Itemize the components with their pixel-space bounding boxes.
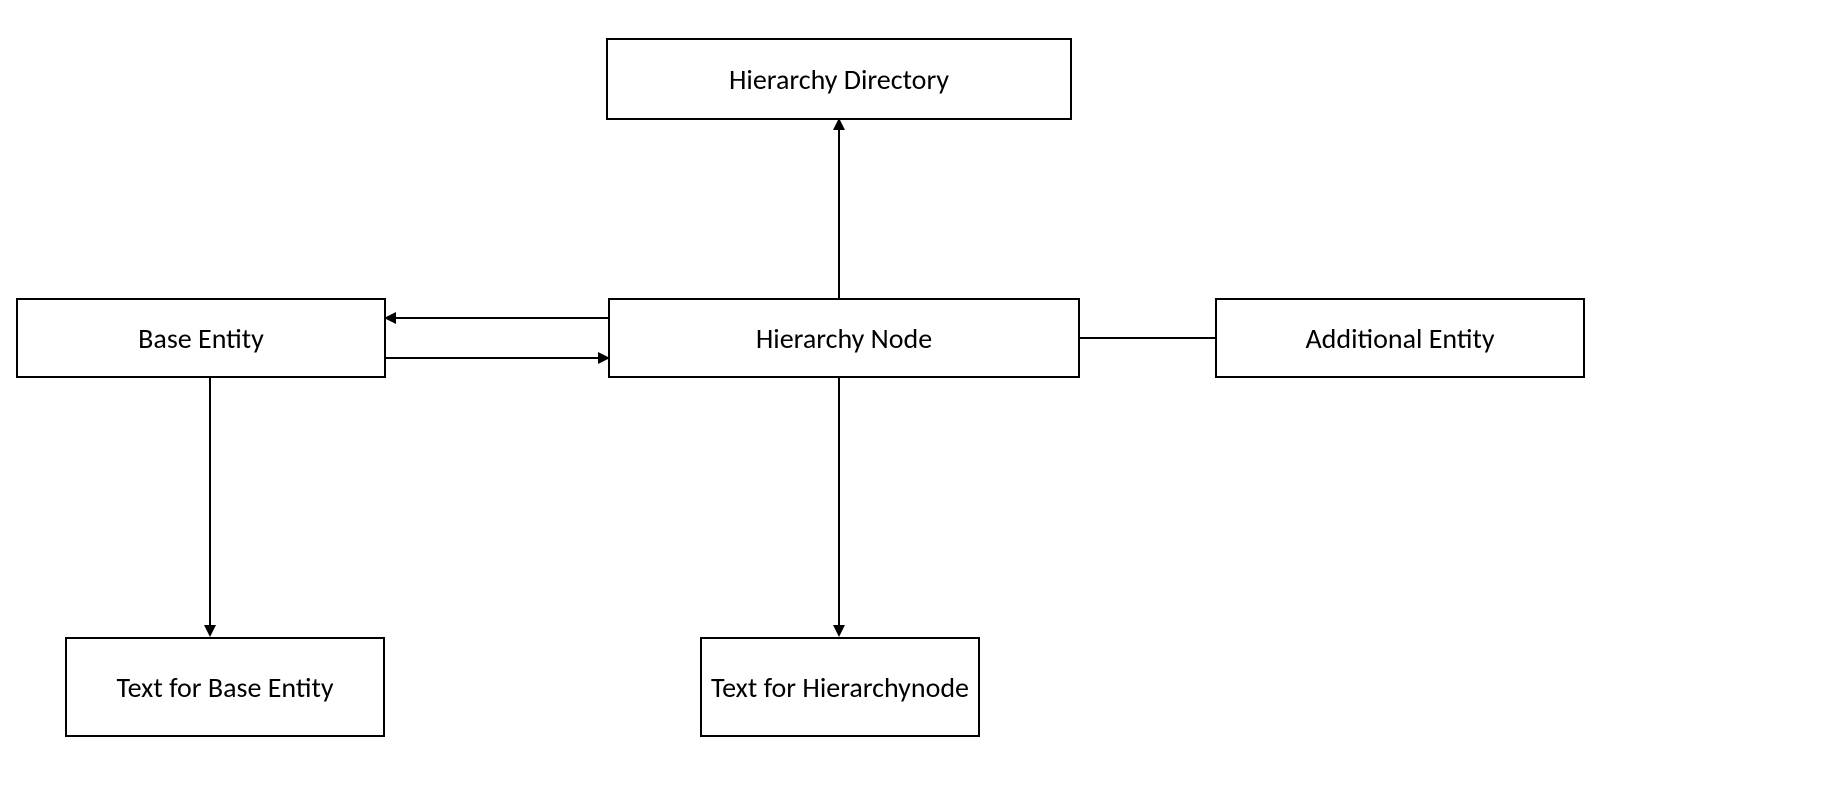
node-label: Hierarchy Node — [756, 321, 932, 356]
node-hierarchy-directory: Hierarchy Directory — [606, 38, 1072, 120]
node-label: Text for Base Entity — [116, 670, 333, 705]
node-base-entity: Base Entity — [16, 298, 386, 378]
node-label: Text for Hierarchynode — [711, 670, 969, 705]
node-text-for-hierarchynode: Text for Hierarchynode — [700, 637, 980, 737]
node-additional-entity: Additional Entity — [1215, 298, 1585, 378]
node-label: Hierarchy Directory — [729, 62, 949, 97]
node-label: Base Entity — [138, 321, 264, 356]
node-text-for-base-entity: Text for Base Entity — [65, 637, 385, 737]
diagram-canvas: Hierarchy Directory Base Entity Hierarch… — [0, 0, 1821, 796]
node-hierarchy-node: Hierarchy Node — [608, 298, 1080, 378]
node-label: Additional Entity — [1305, 321, 1494, 356]
